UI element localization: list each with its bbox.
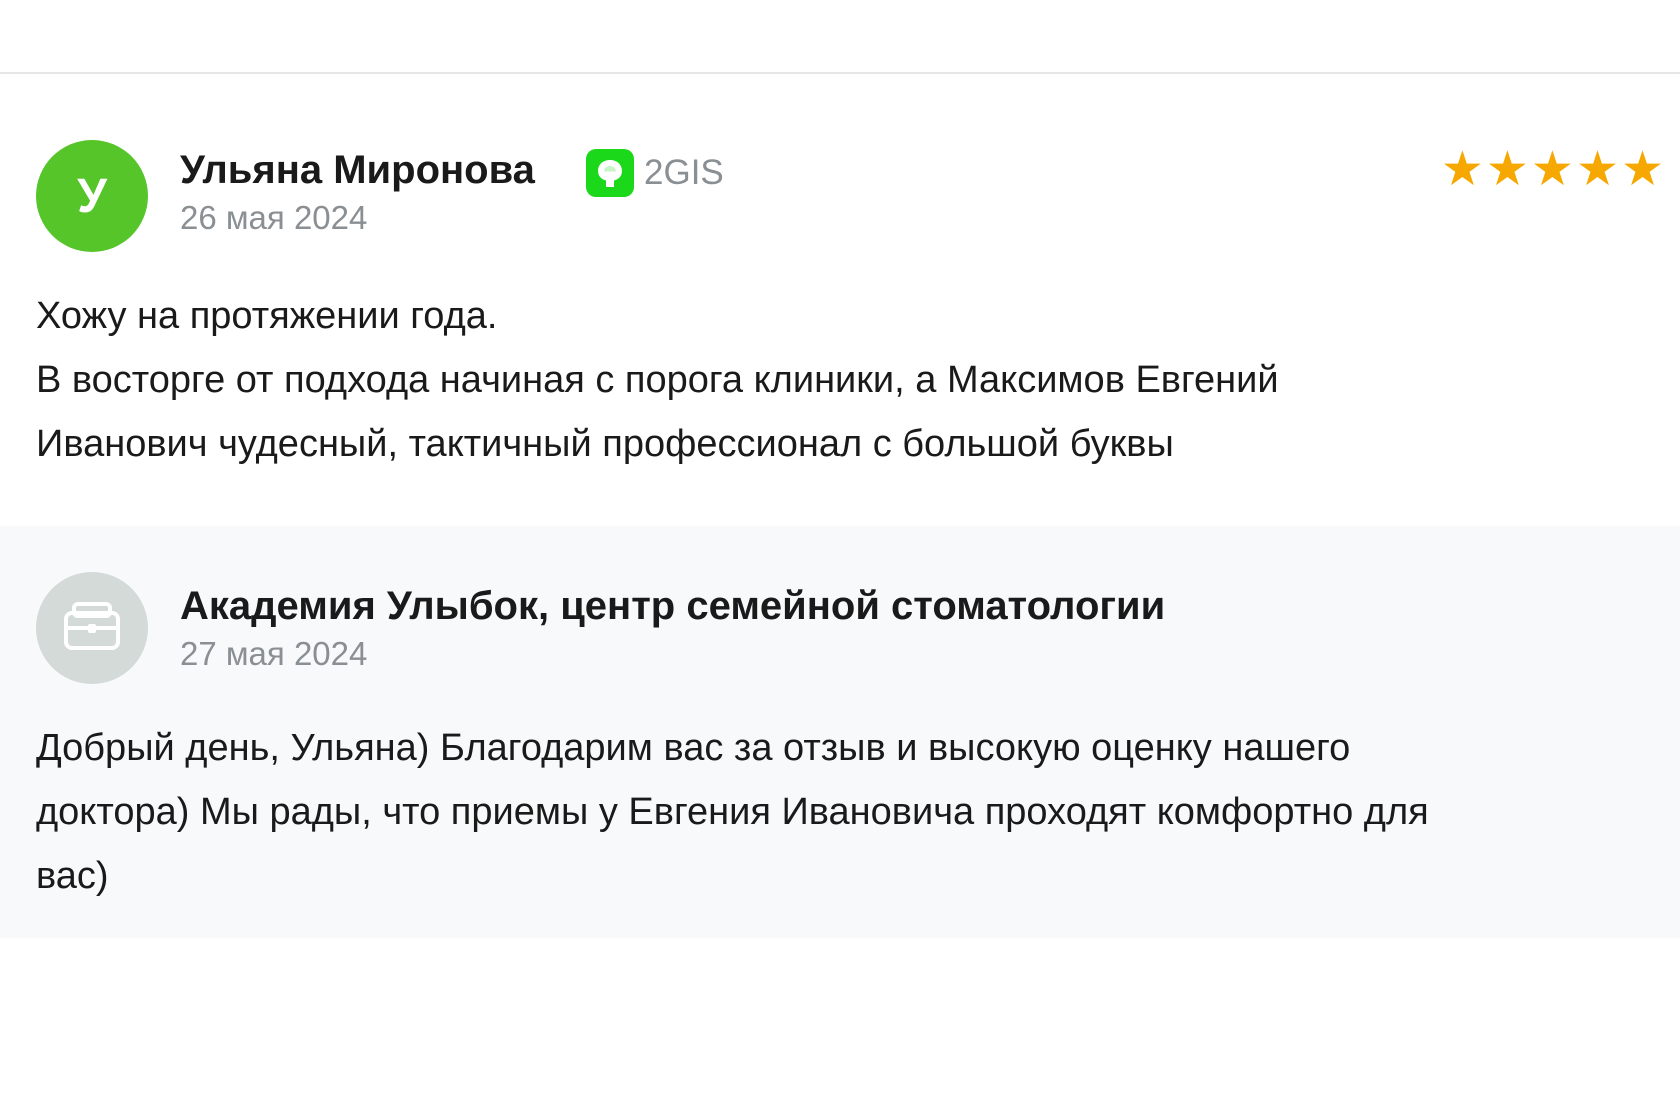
company-name[interactable]: Академия Улыбок, центр семейной стоматол… xyxy=(180,582,1165,630)
review-date: 26 мая 2024 xyxy=(180,199,368,236)
star-icon: ★ xyxy=(1440,143,1484,196)
reply-text-line: Добрый день, Ульяна) Благодарим вас за о… xyxy=(36,727,1351,769)
author-name[interactable]: Ульяна Миронова xyxy=(180,146,535,194)
source-label: 2GIS xyxy=(644,153,724,192)
reply-date: 27 мая 2024 xyxy=(180,635,368,672)
star-icon: ★ xyxy=(1485,143,1529,196)
star-icon: ★ xyxy=(1530,143,1574,196)
company-reply: Академия Улыбок, центр семейной стоматол… xyxy=(0,526,1680,938)
review-source[interactable]: 2GIS xyxy=(586,149,724,197)
reply-text: Добрый день, Ульяна) Благодарим вас за о… xyxy=(36,716,1666,908)
review-text: Хожу на протяжении года. В восторге от по… xyxy=(36,284,1656,476)
avatar-letter: У xyxy=(77,169,107,223)
briefcase-icon xyxy=(63,601,121,656)
review-card: У Ульяна Миронова 2GIS 26 мая 2024 ★ ★ ★ ★ ★… xyxy=(0,74,1680,526)
review-text-line: В восторге от подхода начиная с порога к… xyxy=(36,359,1279,401)
author-avatar[interactable]: У xyxy=(36,140,148,252)
company-avatar xyxy=(36,572,148,684)
reviews-page: У Ульяна Миронова 2GIS 26 мая 2024 ★ ★ ★ ★ ★… xyxy=(0,0,1680,1106)
review-text-line: Хожу на протяжении года. xyxy=(36,295,498,337)
reply-text-line: доктора) Мы рады, что приемы у Евгения И… xyxy=(36,791,1429,833)
star-icon: ★ xyxy=(1575,143,1619,196)
2gis-logo-icon xyxy=(586,149,634,197)
rating-stars: ★ ★ ★ ★ ★ xyxy=(1441,144,1664,196)
star-icon: ★ xyxy=(1620,143,1664,196)
review-text-line: Иванович чудесный, тактичный профессиона… xyxy=(36,423,1174,465)
reply-text-line: вас) xyxy=(36,855,109,897)
